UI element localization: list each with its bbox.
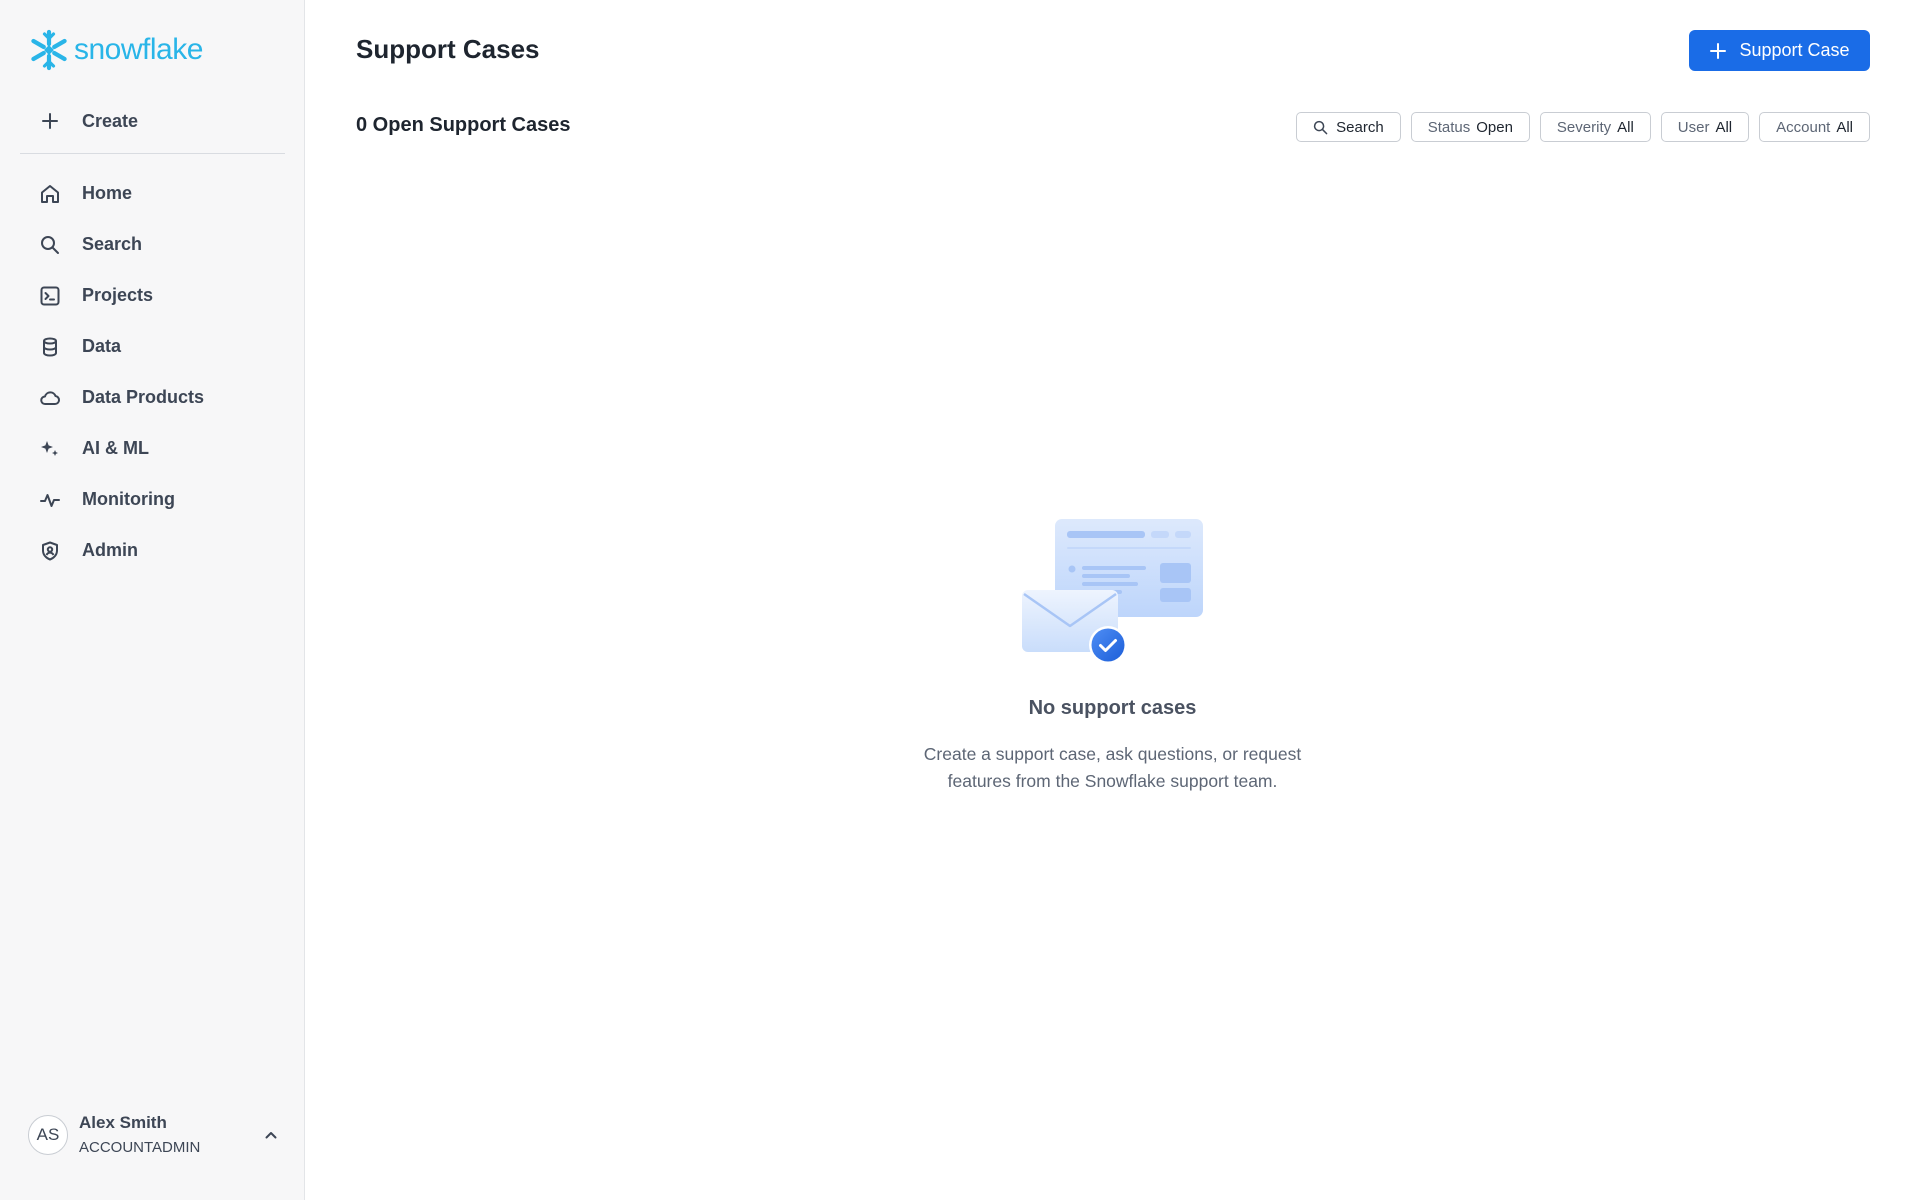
sidebar: snowflake Create Home Search Projects Da… xyxy=(0,0,305,1200)
user-name: Alex Smith xyxy=(79,1112,167,1132)
filter-value: Open xyxy=(1476,118,1513,136)
activity-icon xyxy=(38,488,62,512)
search-icon xyxy=(38,233,62,257)
sidebar-item-label: Data Products xyxy=(82,387,205,407)
user-filter[interactable]: User All xyxy=(1660,112,1750,142)
cloud-icon xyxy=(38,386,62,410)
shield-icon xyxy=(38,539,62,563)
search-filter-label: Search xyxy=(1336,118,1384,136)
chevron-up-icon[interactable] xyxy=(259,1123,283,1147)
terminal-icon xyxy=(38,284,62,308)
sidebar-item-label: Admin xyxy=(82,540,138,560)
avatar: AS xyxy=(28,1115,68,1155)
sidebar-item-label: Home xyxy=(82,183,133,203)
filter-label: Severity xyxy=(1556,118,1612,136)
sidebar-item-monitoring[interactable]: Monitoring xyxy=(20,474,285,525)
empty-state-description: Create a support case, ask questions, or… xyxy=(923,744,1302,791)
sidebar-item-admin[interactable]: Admin xyxy=(20,525,285,576)
create-button[interactable]: Create xyxy=(20,101,285,141)
snowflake-logo[interactable]: snowflake xyxy=(28,28,203,72)
sidebar-item-label: Data xyxy=(82,336,122,356)
filter-value: All xyxy=(1617,118,1634,136)
open-cases-count: 0 Open Support Cases xyxy=(356,114,571,136)
sidebar-item-data[interactable]: Data xyxy=(20,321,285,372)
user-role: ACCOUNTADMIN xyxy=(79,1138,201,1156)
user-menu[interactable]: AS Alex Smith ACCOUNTADMIN xyxy=(28,1110,283,1160)
sidebar-item-label: AI & ML xyxy=(82,438,149,458)
sidebar-item-projects[interactable]: Projects xyxy=(20,270,285,321)
new-support-case-button[interactable]: Support Case xyxy=(1689,30,1870,71)
empty-state-title: No support cases xyxy=(1028,697,1197,719)
filter-label: Account xyxy=(1776,118,1831,136)
database-icon xyxy=(38,335,62,359)
plus-icon xyxy=(1709,42,1727,60)
home-icon xyxy=(38,182,62,206)
sidebar-item-label: Monitoring xyxy=(82,489,175,509)
filter-value: All xyxy=(1836,118,1853,136)
search-icon xyxy=(1313,120,1328,135)
new-support-case-label: Support Case xyxy=(1739,40,1850,60)
search-filter-button[interactable]: Search xyxy=(1296,112,1401,142)
sidebar-nav: Home Search Projects Data Data Products xyxy=(20,168,285,576)
filter-value: All xyxy=(1715,118,1733,136)
account-filter[interactable]: Account All xyxy=(1759,112,1870,142)
sidebar-item-home[interactable]: Home xyxy=(20,168,285,219)
snowflake-logo-icon xyxy=(31,29,67,71)
logo-text: snowflake xyxy=(74,33,203,66)
sidebar-item-search[interactable]: Search xyxy=(20,219,285,270)
sparkle-icon xyxy=(38,437,62,461)
create-label: Create xyxy=(82,110,139,131)
status-filter[interactable]: Status Open xyxy=(1410,112,1530,142)
empty-state-illustration xyxy=(1020,518,1205,673)
filter-bar: Search Status Open Severity All User All… xyxy=(1296,112,1870,142)
filter-label: User xyxy=(1677,118,1710,136)
sidebar-item-label: Search xyxy=(82,234,143,254)
severity-filter[interactable]: Severity All xyxy=(1539,112,1651,142)
sidebar-item-ai-ml[interactable]: AI & ML xyxy=(20,423,285,474)
page-title: Support Cases xyxy=(356,34,540,64)
filter-label: Status xyxy=(1427,118,1471,136)
sidebar-divider xyxy=(20,153,285,154)
user-info: Alex Smith ACCOUNTADMIN xyxy=(79,1112,259,1159)
sidebar-item-data-products[interactable]: Data Products xyxy=(20,372,285,423)
plus-icon xyxy=(38,109,62,133)
sidebar-item-label: Projects xyxy=(82,285,154,305)
